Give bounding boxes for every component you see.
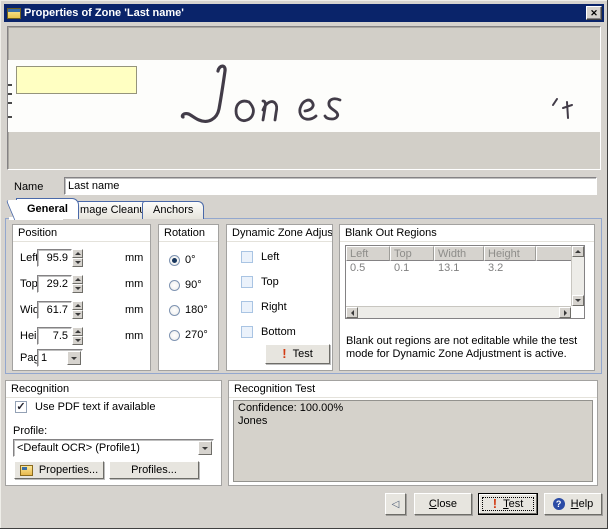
help-button-label: Help	[571, 498, 594, 510]
scan-artifact	[8, 116, 12, 118]
profiles-button-label: Profiles...	[131, 464, 177, 476]
name-input[interactable]: Last name	[64, 177, 597, 195]
test-button[interactable]: ! Test	[478, 493, 538, 515]
general-tab-page	[5, 218, 602, 374]
zone-highlight-box[interactable]	[16, 66, 137, 94]
close-icon[interactable]: ✕	[586, 6, 602, 20]
tab-anchors[interactable]: Anchors	[142, 201, 204, 219]
chevron-down-icon[interactable]	[198, 441, 212, 455]
use-pdf-checkbox[interactable]: ✓ Use PDF text if available	[15, 401, 155, 413]
checkbox-checked-icon[interactable]: ✓	[15, 401, 27, 413]
recognition-caption: Recognition	[6, 381, 221, 398]
scanned-image-strip	[8, 60, 600, 132]
help-button[interactable]: ? Help	[544, 493, 602, 515]
title-bar[interactable]: Properties of Zone 'Last name' ✕	[4, 4, 604, 22]
properties-button-label: Properties...	[39, 464, 98, 476]
profile-select[interactable]: <Default OCR> (Profile1)	[13, 439, 214, 457]
handwriting-jones	[163, 62, 583, 132]
close-button-label: Close	[429, 498, 457, 510]
result-line: Jones	[238, 415, 588, 428]
use-pdf-label: Use PDF text if available	[35, 401, 155, 413]
confidence-line: Confidence: 100.00%	[238, 402, 588, 415]
window-title: Properties of Zone 'Last name'	[24, 7, 586, 19]
profile-value: <Default OCR> (Profile1)	[17, 442, 140, 454]
profiles-button[interactable]: Profiles...	[109, 461, 199, 479]
recognition-test-caption: Recognition Test	[229, 381, 597, 398]
app-icon	[7, 8, 21, 19]
scan-artifact	[8, 93, 12, 95]
properties-dialog: Properties of Zone 'Last name' ✕	[0, 0, 608, 529]
name-label: Name	[14, 181, 43, 193]
focus-rect	[482, 497, 534, 511]
zone-preview-pane[interactable]	[7, 26, 601, 170]
properties-icon	[20, 465, 33, 476]
recognition-group: Recognition ✓ Use PDF text if available …	[5, 380, 222, 486]
help-icon: ?	[553, 498, 565, 510]
tab-general[interactable]: General	[16, 198, 79, 219]
back-button[interactable]: ◁	[385, 493, 406, 515]
properties-button[interactable]: Properties...	[14, 461, 104, 479]
back-arrow-icon: ◁	[392, 499, 400, 510]
close-button[interactable]: Close	[414, 493, 472, 515]
recognition-test-output: Confidence: 100.00% Jones	[233, 400, 593, 482]
recognition-test-group: Recognition Test Confidence: 100.00% Jon…	[228, 380, 598, 486]
profile-label: Profile:	[13, 425, 47, 437]
scan-artifact	[8, 102, 12, 104]
scan-artifact	[8, 84, 12, 86]
